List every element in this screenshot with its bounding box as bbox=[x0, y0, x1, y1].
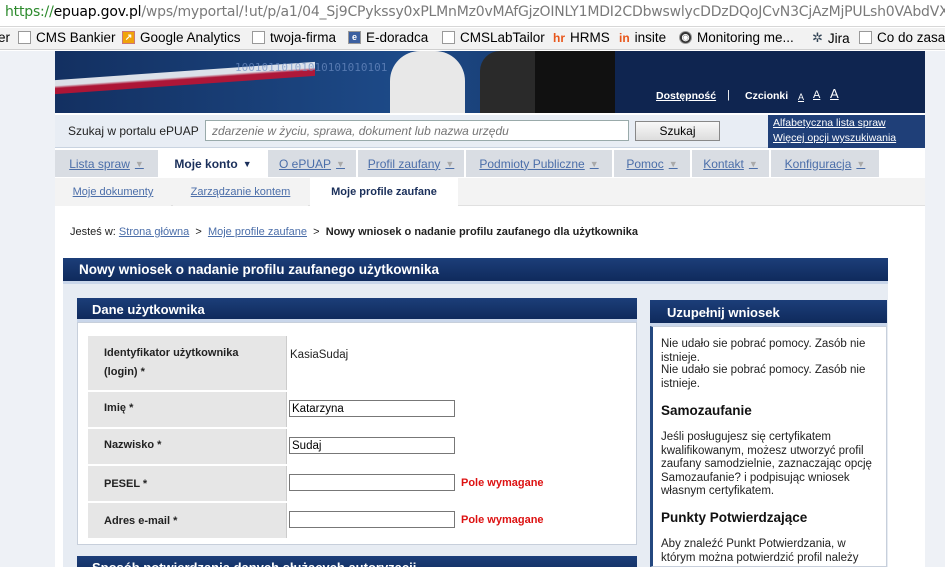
tab-kontakt[interactable]: Kontakt ▼ bbox=[692, 150, 769, 177]
bookmark-item[interactable]: in insite bbox=[619, 30, 666, 45]
search-label: Szukaj w portalu ePUAP bbox=[68, 124, 199, 138]
font-size-small-button[interactable]: A bbox=[798, 92, 804, 102]
login-value-cell bbox=[286, 336, 459, 398]
breadcrumb-prefix: Jesteś w: bbox=[70, 226, 116, 238]
tab-pomoc[interactable]: Pomoc ▼ bbox=[614, 150, 690, 177]
bookmark-item[interactable]: ◉ Monitoring me... bbox=[679, 30, 794, 45]
page-icon bbox=[252, 31, 265, 44]
font-size-large-button[interactable]: A bbox=[830, 86, 839, 101]
bookmark-item[interactable]: e E-doradca bbox=[348, 30, 428, 45]
header-banner: 10010110101010101010101 bbox=[55, 51, 925, 113]
banner-fade bbox=[615, 51, 925, 113]
breadcrumb: Jesteś w: Strona główna > Moje profile z… bbox=[70, 226, 638, 238]
accessibility-link[interactable]: Dostępność bbox=[656, 90, 716, 102]
in-icon: in bbox=[619, 30, 630, 45]
banner-person-image bbox=[535, 51, 625, 113]
email-field[interactable] bbox=[289, 511, 455, 528]
chevron-down-icon: ▼ bbox=[589, 158, 599, 169]
jira-icon: ✲ bbox=[812, 30, 823, 45]
address-bar[interactable]: https://epuap.gov.pl/wps/myportal/!ut/p/… bbox=[0, 0, 945, 27]
edoradca-icon: e bbox=[348, 31, 361, 44]
alphabetical-list-link[interactable]: Alfabetyczna lista spraw bbox=[773, 117, 886, 129]
pesel-label: PESEL * bbox=[88, 465, 286, 501]
url-path: /wps/myportal/!ut/p/a1/04_Sj9CPykssy0xPL… bbox=[141, 4, 945, 20]
tab-podmioty-publiczne[interactable]: Podmioty Publiczne ▼ bbox=[466, 150, 612, 177]
bookmarks-bar: er CMS Bankier ↗Google Analytics twoja-f… bbox=[0, 28, 945, 50]
row-divider bbox=[88, 427, 459, 429]
url-host: epuap.gov.pl bbox=[53, 4, 142, 20]
pesel-field[interactable] bbox=[289, 474, 455, 491]
first-name-label: Imię * bbox=[88, 391, 286, 427]
chevron-down-icon: ▼ bbox=[134, 158, 144, 169]
row-divider bbox=[88, 390, 459, 392]
breadcrumb-separator: > bbox=[195, 226, 202, 238]
tab-lista-spraw[interactable]: Lista spraw ▼ bbox=[55, 150, 158, 177]
login-label: Identyfikator użytkownika (login) * bbox=[88, 336, 286, 398]
help-error-message: Nie udało sie pobrać pomocy. Zasób nie i… bbox=[661, 338, 866, 364]
pesel-required-message: Pole wymagane bbox=[461, 477, 544, 489]
chevron-down-icon: ▼ bbox=[856, 158, 866, 169]
tab-moje-konto[interactable]: Moje konto ▼ bbox=[160, 150, 266, 177]
page-margin-right bbox=[925, 51, 945, 567]
self-trust-heading: Samozaufanie bbox=[661, 403, 752, 418]
bookmark-item[interactable]: er bbox=[0, 30, 10, 45]
bookmark-item[interactable]: ↗ Google Analytics bbox=[122, 30, 241, 45]
subtab-moje-profile-zaufane[interactable]: Moje profile zaufane bbox=[310, 178, 458, 206]
more-search-options-link[interactable]: Więcej opcji wyszukiwania bbox=[773, 132, 896, 144]
last-name-label: Nazwisko * bbox=[88, 428, 286, 464]
tab-o-epuap[interactable]: O ePUAP ▼ bbox=[268, 150, 356, 177]
chevron-down-icon: ▼ bbox=[748, 158, 758, 169]
subtab-moje-dokumenty[interactable]: Moje dokumenty bbox=[55, 178, 171, 206]
email-label: Adres e-mail * bbox=[88, 502, 286, 538]
bookmark-item[interactable]: ✲ Jira bbox=[812, 30, 850, 46]
login-value: KasiaSudaj bbox=[290, 349, 349, 361]
font-size-medium-button[interactable]: A bbox=[813, 89, 820, 101]
confirmation-points-text: Aby znaleźć Punkt Potwierdzania, w który… bbox=[661, 538, 859, 564]
self-trust-text: Jeśli posługujesz się certyfikatem kwali… bbox=[661, 431, 872, 497]
tab-profil-zaufany[interactable]: Profil zaufany ▼ bbox=[358, 150, 464, 177]
tab-konfiguracja[interactable]: Konfiguracja ▼ bbox=[771, 150, 879, 177]
bookmark-item[interactable]: twoja-firma bbox=[252, 30, 336, 45]
row-divider bbox=[88, 501, 459, 503]
breadcrumb-parent-link[interactable]: Moje profile zaufane bbox=[208, 226, 307, 238]
chevron-down-icon: ▼ bbox=[242, 158, 252, 169]
breadcrumb-home-link[interactable]: Strona główna bbox=[119, 226, 189, 238]
binary-decoration: 10010110101010101010101 bbox=[235, 61, 388, 74]
breadcrumb-current: Nowy wniosek o nadanie profilu zaufanego… bbox=[325, 226, 639, 238]
page-margin-left bbox=[0, 51, 55, 567]
banner-person-image bbox=[390, 51, 465, 113]
bookmark-item[interactable]: Co do zasad bbox=[859, 30, 945, 45]
bookmark-item[interactable]: hr HRMS bbox=[553, 30, 610, 45]
analytics-icon: ↗ bbox=[122, 31, 135, 44]
last-name-field[interactable] bbox=[289, 437, 455, 454]
chevron-down-icon: ▼ bbox=[445, 158, 455, 169]
chevron-down-icon: ▼ bbox=[668, 158, 678, 169]
monitoring-icon: ◉ bbox=[679, 31, 692, 44]
url-scheme: https:// bbox=[5, 4, 54, 20]
bookmark-item[interactable]: CMSLabTailor bbox=[442, 30, 545, 45]
page-title: Nowy wniosek o nadanie profilu zaufanego… bbox=[63, 258, 888, 284]
sidebar-title: Uzupełnij wniosek bbox=[650, 300, 887, 326]
confirmation-points-heading: Punkty Potwierdzające bbox=[661, 510, 808, 525]
font-size-label: Czcionki bbox=[745, 90, 789, 102]
first-name-field[interactable] bbox=[289, 400, 455, 417]
breadcrumb-separator: > bbox=[313, 226, 320, 238]
search-input[interactable] bbox=[205, 120, 629, 141]
email-required-message: Pole wymagane bbox=[461, 514, 544, 526]
bookmark-item[interactable]: CMS Bankier bbox=[18, 30, 116, 45]
row-divider bbox=[88, 464, 459, 466]
search-button[interactable]: Szukaj bbox=[635, 121, 720, 141]
chevron-down-icon: ▼ bbox=[336, 158, 345, 169]
subtab-zarzadzanie-kontem[interactable]: Zarządzanie kontem bbox=[173, 178, 308, 206]
header-separator: | bbox=[727, 89, 730, 101]
page-icon bbox=[442, 31, 455, 44]
confirmation-method-section-title: Sposób potwierdzania danych służących au… bbox=[77, 556, 637, 567]
page-icon bbox=[859, 31, 872, 44]
page-icon bbox=[18, 31, 31, 44]
hr-icon: hr bbox=[553, 30, 565, 45]
user-data-section-title: Dane użytkownika bbox=[77, 298, 637, 322]
help-error-message: Nie udało sie pobrać pomocy. Zasób nie i… bbox=[661, 364, 866, 390]
